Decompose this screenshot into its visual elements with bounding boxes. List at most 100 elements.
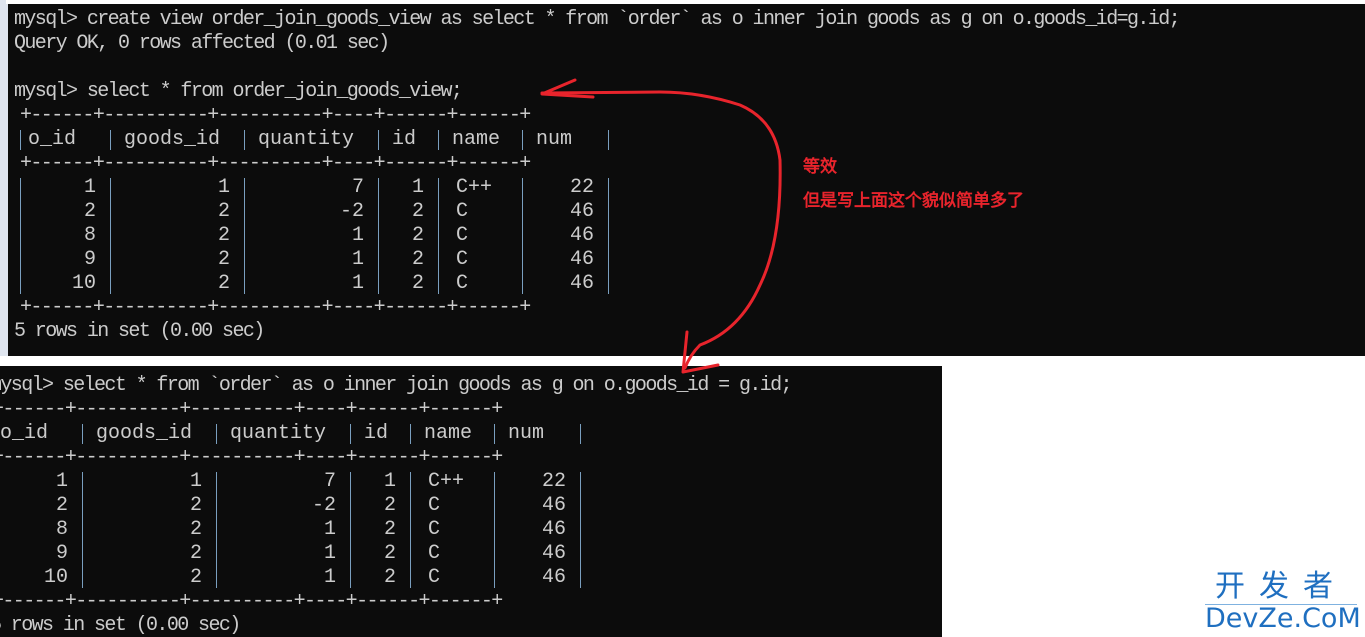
table-cell-id: 2: [411, 200, 424, 223]
table-cell-num: 46: [569, 248, 594, 271]
terminal-bottom[interactable]: mysql> select * from `order` as o inner …: [0, 366, 942, 637]
table-cell-goods-id: 1: [189, 470, 202, 493]
column-header-id: id: [392, 128, 417, 151]
table-cell-goods-id: 2: [189, 542, 202, 565]
table-cell-id: 2: [383, 566, 396, 589]
column-divider: [350, 424, 351, 444]
table-cell-o-id: 10: [71, 272, 96, 295]
table-cell-o-id: 8: [83, 224, 96, 247]
table-cell-quantity: 1: [351, 248, 364, 271]
column-header-quantity: quantity: [258, 128, 355, 151]
table-cell-goods-id: 2: [217, 200, 230, 223]
table-border: +------+----------+----------+----+-----…: [0, 590, 503, 613]
table-cell-o-id: 10: [43, 566, 68, 589]
table-border: +------+----------+----------+----+-----…: [20, 152, 531, 175]
table-cell-name: C++: [456, 176, 493, 199]
table-cell-name: C: [456, 224, 469, 247]
table-cell-o-id: 2: [55, 494, 68, 517]
column-header-id: id: [364, 422, 389, 445]
table-cell-name: C: [428, 566, 441, 589]
column-header-goods-id: goods_id: [96, 422, 193, 445]
table-border: +------+----------+----------+----+-----…: [20, 104, 531, 127]
table-cell-id: 1: [383, 470, 396, 493]
column-divider: [608, 130, 609, 150]
table-cell-name: C: [428, 518, 441, 541]
table-cell-id: 2: [383, 542, 396, 565]
table-cell-quantity: -2: [339, 200, 364, 223]
table-border: +------+----------+----------+----+-----…: [0, 446, 503, 469]
table-cell-goods-id: 1: [217, 176, 230, 199]
column-header-name: name: [452, 128, 501, 151]
column-header-name: name: [424, 422, 473, 445]
select-join-command: mysql> select * from `order` as o inner …: [0, 374, 793, 397]
table-cell-name: C: [456, 272, 469, 295]
create-view-command: mysql> create view order_join_goods_view…: [14, 8, 1181, 31]
table-cell-id: 2: [411, 272, 424, 295]
table-cell-id: 1: [411, 176, 424, 199]
column-header-quantity: quantity: [230, 422, 327, 445]
table-cell-quantity: 7: [351, 176, 364, 199]
table-cell-goods-id: 2: [217, 248, 230, 271]
table-cell-name: C++: [428, 470, 465, 493]
table-cell-id: 2: [383, 518, 396, 541]
terminal-top[interactable]: mysql> create view order_join_goods_view…: [6, 4, 1365, 356]
table-cell-num: 46: [541, 494, 566, 517]
site-logo: 开发者 DevZe.CoM: [1205, 569, 1361, 634]
table-cell-goods-id: 2: [189, 566, 202, 589]
table-border: +------+----------+----------+----+-----…: [20, 296, 531, 319]
table-cell-num: 46: [569, 272, 594, 295]
table-border: +------+----------+----------+----+-----…: [0, 398, 503, 421]
rows-footer: 5 rows in set (0.00 sec): [14, 320, 265, 343]
table-cell-name: C: [428, 542, 441, 565]
table-cell-num: 46: [541, 518, 566, 541]
table-cell-goods-id: 2: [189, 494, 202, 517]
column-divider: [20, 130, 21, 150]
column-divider: [410, 424, 411, 444]
column-header-o-id: o_id: [28, 128, 77, 151]
table-cell-num: 46: [569, 200, 594, 223]
table-cell-num: 22: [541, 470, 566, 493]
table-cell-num: 46: [541, 542, 566, 565]
table-cell-o-id: 9: [83, 248, 96, 271]
table-cell-quantity: 1: [323, 566, 336, 589]
column-divider: [110, 130, 111, 150]
table-cell-quantity: 1: [323, 542, 336, 565]
annotation-note: 但是写上面这个貌似简单多了: [803, 191, 1024, 211]
column-divider: [580, 424, 581, 444]
column-header-goods-id: goods_id: [124, 128, 221, 151]
table-cell-name: C: [456, 248, 469, 271]
logo-english: DevZe.CoM: [1205, 603, 1361, 634]
column-divider: [410, 472, 411, 588]
query-ok-message: Query OK, 0 rows affected (0.01 sec): [14, 32, 390, 55]
column-header-o-id: o_id: [0, 422, 49, 445]
rows-footer: 5 rows in set (0.00 sec): [0, 614, 241, 637]
table-cell-id: 2: [383, 494, 396, 517]
annotation-equivalent: 等效: [803, 157, 837, 177]
column-divider: [378, 130, 379, 150]
table-cell-o-id: 2: [83, 200, 96, 223]
column-divider: [438, 178, 439, 294]
column-header-num: num: [508, 422, 545, 445]
table-cell-id: 2: [411, 224, 424, 247]
column-divider: [82, 424, 83, 444]
column-divider: [608, 178, 609, 294]
table-cell-num: 46: [569, 224, 594, 247]
column-divider: [580, 472, 581, 588]
table-cell-o-id: 8: [55, 518, 68, 541]
table-cell-name: C: [456, 200, 469, 223]
logo-chinese: 开发者: [1215, 569, 1347, 604]
column-divider: [216, 424, 217, 444]
table-cell-o-id: 1: [83, 176, 96, 199]
column-divider: [438, 130, 439, 150]
table-cell-name: C: [428, 494, 441, 517]
table-cell-quantity: 7: [323, 470, 336, 493]
table-cell-quantity: 1: [351, 272, 364, 295]
table-cell-quantity: -2: [311, 494, 336, 517]
table-cell-id: 2: [411, 248, 424, 271]
table-cell-quantity: 1: [351, 224, 364, 247]
table-cell-quantity: 1: [323, 518, 336, 541]
table-cell-goods-id: 2: [217, 224, 230, 247]
select-view-command: mysql> select * from order_join_goods_vi…: [14, 80, 463, 103]
column-divider: [522, 130, 523, 150]
table-cell-goods-id: 2: [217, 272, 230, 295]
